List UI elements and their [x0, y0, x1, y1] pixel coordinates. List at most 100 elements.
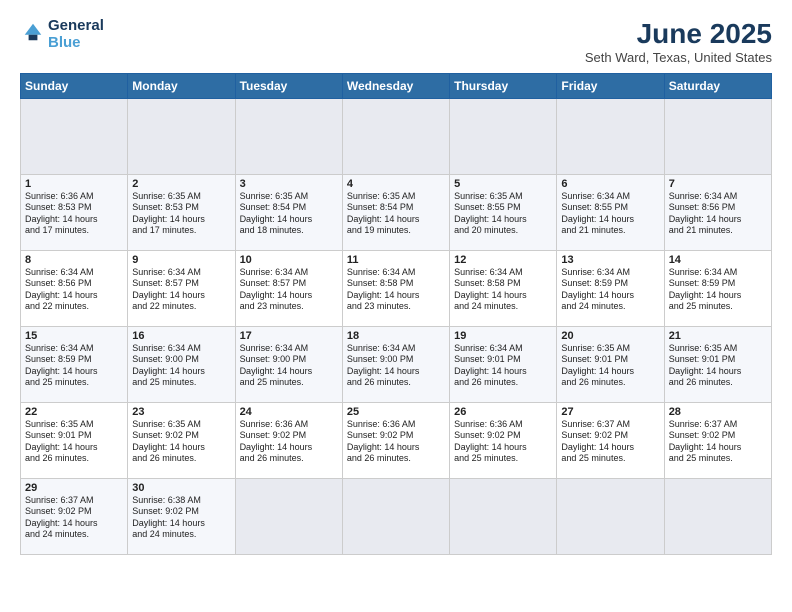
day-number: 4 [347, 178, 445, 190]
cell-info-line: Daylight: 14 hours [669, 442, 767, 453]
calendar-cell [342, 479, 449, 555]
calendar-cell: 3Sunrise: 6:35 AMSunset: 8:54 PMDaylight… [235, 175, 342, 251]
cell-info-line: Daylight: 14 hours [454, 442, 552, 453]
cell-info-line: and 22 minutes. [132, 301, 230, 312]
calendar-cell [235, 479, 342, 555]
cell-info-line: Sunrise: 6:34 AM [347, 267, 445, 278]
cell-info-line: Sunrise: 6:34 AM [132, 267, 230, 278]
cell-info-line: and 24 minutes. [454, 301, 552, 312]
cell-info-line: Sunset: 9:02 PM [240, 430, 338, 441]
cell-info-line: Sunrise: 6:35 AM [561, 343, 659, 354]
cell-info-line: Sunset: 9:02 PM [669, 430, 767, 441]
day-number: 13 [561, 254, 659, 266]
cell-info-line: and 24 minutes. [25, 529, 123, 540]
cell-info-line: Sunset: 8:58 PM [454, 278, 552, 289]
cell-info-line: Sunrise: 6:34 AM [454, 267, 552, 278]
cell-info-line: Sunset: 9:02 PM [561, 430, 659, 441]
calendar-cell: 18Sunrise: 6:34 AMSunset: 9:00 PMDayligh… [342, 327, 449, 403]
calendar-cell [235, 99, 342, 175]
cell-info-line: Daylight: 14 hours [25, 290, 123, 301]
cell-info-line: and 23 minutes. [240, 301, 338, 312]
cell-info-line: Daylight: 14 hours [25, 366, 123, 377]
cell-info-line: Daylight: 14 hours [561, 290, 659, 301]
calendar-cell: 17Sunrise: 6:34 AMSunset: 9:00 PMDayligh… [235, 327, 342, 403]
cell-info-line: Daylight: 14 hours [347, 366, 445, 377]
day-number: 20 [561, 330, 659, 342]
cell-info-line: Daylight: 14 hours [347, 214, 445, 225]
cell-info-line: Sunrise: 6:36 AM [25, 191, 123, 202]
cell-info-line: Sunset: 9:02 PM [454, 430, 552, 441]
cell-info-line: Sunset: 8:59 PM [669, 278, 767, 289]
cell-info-line: Sunset: 9:01 PM [454, 354, 552, 365]
cell-info-line: Sunset: 8:55 PM [454, 202, 552, 213]
cell-info-line: and 25 minutes. [132, 377, 230, 388]
calendar-cell: 1Sunrise: 6:36 AMSunset: 8:53 PMDaylight… [21, 175, 128, 251]
cell-info-line: and 25 minutes. [561, 453, 659, 464]
cell-info-line: and 26 minutes. [454, 377, 552, 388]
cell-info-line: Sunset: 8:57 PM [132, 278, 230, 289]
cell-info-line: and 26 minutes. [132, 453, 230, 464]
cell-info-line: Sunrise: 6:34 AM [240, 267, 338, 278]
calendar-cell: 25Sunrise: 6:36 AMSunset: 9:02 PMDayligh… [342, 403, 449, 479]
cell-info-line: Daylight: 14 hours [132, 214, 230, 225]
calendar-cell: 24Sunrise: 6:36 AMSunset: 9:02 PMDayligh… [235, 403, 342, 479]
calendar: SundayMondayTuesdayWednesdayThursdayFrid… [20, 73, 772, 555]
cell-info-line: and 26 minutes. [240, 453, 338, 464]
cell-info-line: Sunrise: 6:34 AM [454, 343, 552, 354]
cell-info-line: Sunrise: 6:35 AM [132, 191, 230, 202]
day-of-week-header: Wednesday [342, 74, 449, 99]
cell-info-line: Sunset: 9:02 PM [25, 506, 123, 517]
cell-info-line: Daylight: 14 hours [561, 442, 659, 453]
cell-info-line: Sunset: 9:00 PM [132, 354, 230, 365]
cell-info-line: Daylight: 14 hours [132, 290, 230, 301]
cell-info-line: Sunrise: 6:36 AM [347, 419, 445, 430]
cell-info-line: Daylight: 14 hours [25, 214, 123, 225]
calendar-cell: 15Sunrise: 6:34 AMSunset: 8:59 PMDayligh… [21, 327, 128, 403]
calendar-cell: 11Sunrise: 6:34 AMSunset: 8:58 PMDayligh… [342, 251, 449, 327]
calendar-cell: 2Sunrise: 6:35 AMSunset: 8:53 PMDaylight… [128, 175, 235, 251]
cell-info-line: Daylight: 14 hours [240, 214, 338, 225]
cell-info-line: Daylight: 14 hours [240, 290, 338, 301]
cell-info-line: Sunset: 9:00 PM [347, 354, 445, 365]
cell-info-line: Sunset: 8:54 PM [240, 202, 338, 213]
cell-info-line: Daylight: 14 hours [669, 366, 767, 377]
cell-info-line: Sunset: 9:02 PM [347, 430, 445, 441]
cell-info-line: Daylight: 14 hours [25, 442, 123, 453]
cell-info-line: Sunrise: 6:35 AM [347, 191, 445, 202]
cell-info-line: Sunset: 9:01 PM [25, 430, 123, 441]
cell-info-line: Daylight: 14 hours [669, 214, 767, 225]
cell-info-line: Sunrise: 6:35 AM [132, 419, 230, 430]
day-number: 28 [669, 406, 767, 418]
calendar-cell: 30Sunrise: 6:38 AMSunset: 9:02 PMDayligh… [128, 479, 235, 555]
day-of-week-header: Saturday [664, 74, 771, 99]
cell-info-line: Sunset: 9:02 PM [132, 506, 230, 517]
day-number: 25 [347, 406, 445, 418]
cell-info-line: Daylight: 14 hours [561, 214, 659, 225]
cell-info-line: and 25 minutes. [240, 377, 338, 388]
cell-info-line: and 25 minutes. [669, 301, 767, 312]
day-number: 9 [132, 254, 230, 266]
day-number: 14 [669, 254, 767, 266]
calendar-cell: 10Sunrise: 6:34 AMSunset: 8:57 PMDayligh… [235, 251, 342, 327]
day-number: 29 [25, 482, 123, 494]
cell-info-line: Sunrise: 6:37 AM [669, 419, 767, 430]
cell-info-line: and 25 minutes. [669, 453, 767, 464]
calendar-cell: 20Sunrise: 6:35 AMSunset: 9:01 PMDayligh… [557, 327, 664, 403]
cell-info-line: Sunset: 9:01 PM [561, 354, 659, 365]
calendar-cell: 12Sunrise: 6:34 AMSunset: 8:58 PMDayligh… [450, 251, 557, 327]
day-number: 3 [240, 178, 338, 190]
day-number: 17 [240, 330, 338, 342]
cell-info-line: Sunrise: 6:38 AM [132, 495, 230, 506]
day-of-week-header: Sunday [21, 74, 128, 99]
day-of-week-header: Monday [128, 74, 235, 99]
header: General Blue June 2025 Seth Ward, Texas,… [20, 18, 772, 65]
cell-info-line: Daylight: 14 hours [132, 442, 230, 453]
day-number: 21 [669, 330, 767, 342]
logo: General Blue [20, 18, 104, 51]
day-number: 27 [561, 406, 659, 418]
cell-info-line: Sunset: 8:55 PM [561, 202, 659, 213]
calendar-cell: 13Sunrise: 6:34 AMSunset: 8:59 PMDayligh… [557, 251, 664, 327]
calendar-cell: 7Sunrise: 6:34 AMSunset: 8:56 PMDaylight… [664, 175, 771, 251]
logo-icon [22, 21, 44, 43]
cell-info-line: Sunset: 8:57 PM [240, 278, 338, 289]
